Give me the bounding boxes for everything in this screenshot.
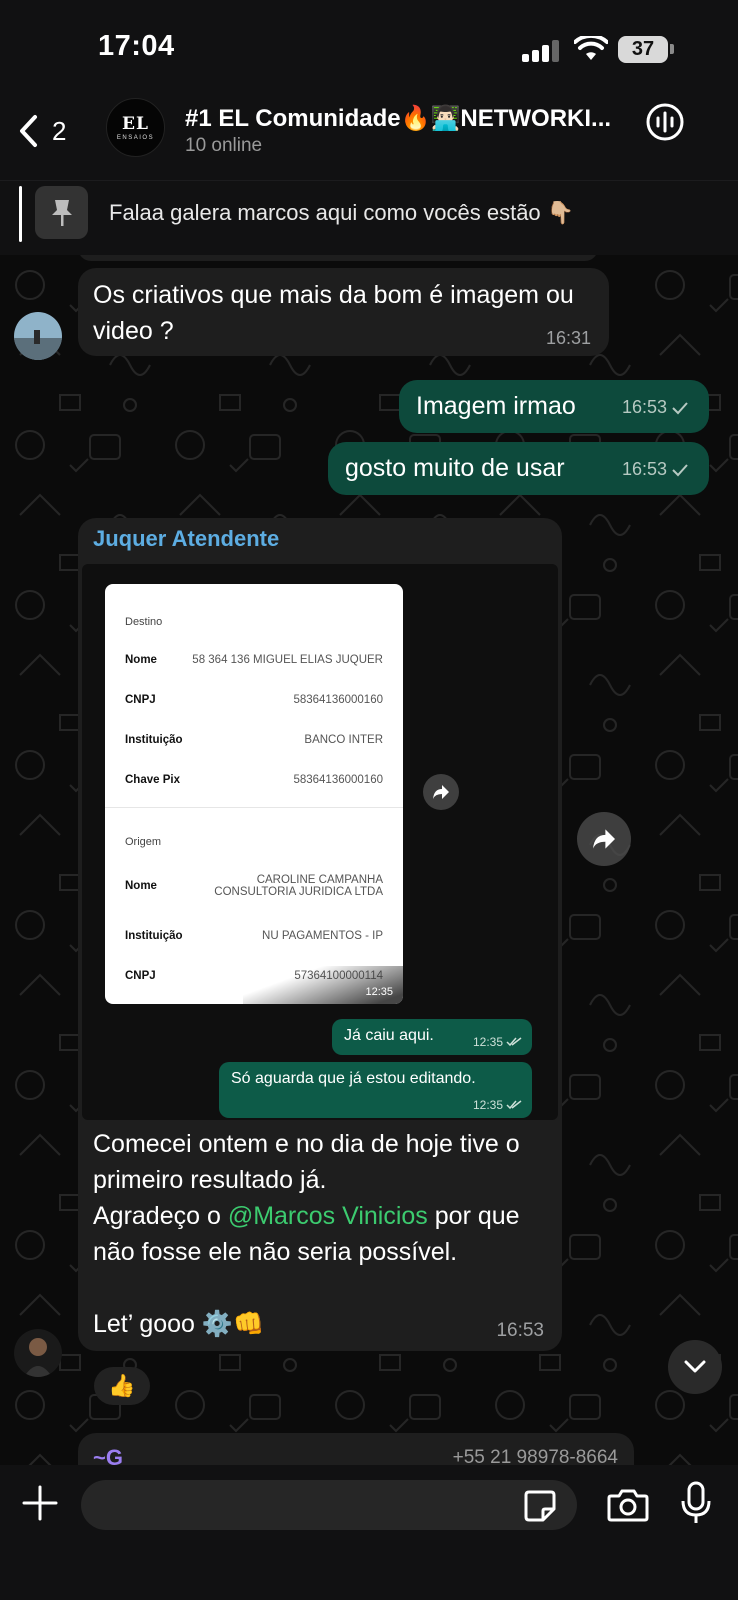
forward-button[interactable] — [423, 774, 459, 810]
inner-message: Só aguarda que já estou editando. 12:35 — [219, 1062, 532, 1118]
group-avatar[interactable]: EL ENSAIOS — [106, 98, 165, 157]
chevron-down-icon — [684, 1360, 706, 1373]
forward-icon — [433, 785, 449, 799]
camera-icon[interactable] — [607, 1487, 649, 1523]
receipt-key: Nome — [125, 654, 157, 666]
receipt-key: Chave Pix — [125, 774, 180, 786]
inner-message-time: 12:35 — [473, 1098, 522, 1112]
sender-name[interactable]: Juquer Atendente — [93, 526, 279, 552]
mention-link[interactable]: @Marcos Vinicios — [228, 1202, 428, 1230]
receipt-value: NU PAGAMENTOS - IP — [262, 930, 383, 942]
receipt-value: 58364136000160 — [293, 774, 383, 786]
receipt-row: Instituição BANCO INTER — [125, 734, 383, 746]
message-time: 16:53 — [622, 459, 689, 480]
previous-message-edge — [78, 255, 598, 261]
time-text: 16:53 — [621, 459, 667, 479]
outgoing-message[interactable]: Imagem irmao 16:53 — [399, 380, 709, 433]
double-check-icon — [506, 1037, 522, 1047]
message-text: Os criativos que mais da bom é imagem ou… — [93, 281, 574, 345]
receipt-value: CAROLINE CAMPANHA CONSULTORIA JURIDICA L… — [214, 874, 383, 898]
pix-receipt: Destino Nome 58 364 136 MIGUEL ELIAS JUQU… — [105, 584, 403, 1004]
group-title[interactable]: #1 EL Comunidade🔥👨🏻‍💻NETWORKI... — [185, 104, 611, 133]
pinned-text: Falaa galera marcos aqui como vocês estã… — [109, 200, 575, 225]
chat-area[interactable]: Os criativos que mais da bom é imagem ou… — [0, 255, 738, 1465]
caption-pre: Agradeço o — [93, 1202, 228, 1230]
outgoing-message[interactable]: gosto muito de usar 16:53 — [328, 442, 709, 495]
receipt-row: Nome CAROLINE CAMPANHA CONSULTORIA JURIDI… — [125, 874, 383, 898]
message-text: Imagem irmao — [416, 392, 576, 420]
avatar[interactable] — [14, 1329, 62, 1377]
incoming-message[interactable]: Os criativos que mais da bom é imagem ou… — [78, 268, 609, 356]
online-count: 10 online — [185, 135, 263, 156]
status-time: 17:04 — [98, 30, 175, 62]
receipt-value: 58364136000160 — [293, 694, 383, 706]
receipt-value: 58 364 136 MIGUEL ELIAS JUQUER — [192, 654, 383, 666]
message-text: gosto muito de usar — [345, 454, 565, 482]
status-bar: 17:04 37 — [0, 0, 738, 95]
caption-line: Comecei ontem e no dia de hoje tive o pr… — [93, 1130, 520, 1194]
inner-message-text: Já caiu aqui. — [344, 1027, 434, 1044]
message-input[interactable] — [81, 1480, 577, 1530]
check-icon — [672, 401, 688, 414]
unread-count: 2 — [52, 115, 67, 146]
receipt-key: CNPJ — [125, 970, 156, 982]
receipt-divider — [105, 807, 403, 808]
receipt-key: Instituição — [125, 930, 183, 942]
chat-header: 2 EL ENSAIOS #1 EL Comunidade🔥👨🏻‍💻NETWOR… — [0, 95, 738, 180]
message-time: 16:53 — [622, 397, 689, 418]
receipt-shadow — [243, 966, 403, 1004]
battery-cap — [670, 44, 674, 54]
receipt-value: BANCO INTER — [304, 734, 383, 746]
receipt-key: Nome — [125, 880, 157, 892]
receipt-row: Nome 58 364 136 MIGUEL ELIAS JUQUER — [125, 654, 383, 666]
wifi-icon — [574, 36, 608, 60]
receipt-time: 12:35 — [365, 986, 393, 998]
media-message[interactable]: Juquer Atendente Destino Nome 58 364 136 … — [78, 518, 562, 1351]
receipt-row: Chave Pix 58364136000160 — [125, 774, 383, 786]
receipt-origem-label: Origem — [125, 836, 162, 848]
caption-text: Comecei ontem e no dia de hoje tive o pr… — [93, 1126, 553, 1342]
pinned-message-bar[interactable]: Falaa galera marcos aqui como vocês estã… — [0, 180, 738, 255]
receipt-destino-label: Destino — [125, 616, 163, 628]
voice-chat-icon[interactable] — [645, 102, 685, 142]
check-icon — [672, 463, 688, 476]
inner-message-text: Só aguarda que já estou editando. — [231, 1070, 476, 1087]
chevron-left-icon — [20, 115, 37, 147]
receipt-row: CNPJ 58364136000160 — [125, 694, 383, 706]
inner-message-time: 12:35 — [473, 1035, 522, 1049]
battery-indicator: 37 — [618, 36, 668, 63]
attach-button[interactable] — [22, 1485, 58, 1521]
signal-icon — [522, 40, 560, 62]
forward-icon — [593, 829, 615, 849]
screenshot-image[interactable]: Destino Nome 58 364 136 MIGUEL ELIAS JUQU… — [82, 564, 558, 1120]
reaction-badge[interactable]: 👍 — [94, 1367, 150, 1405]
caption-end: Let’ gooo ⚙️👊 — [93, 1310, 265, 1338]
back-button[interactable]: 2 — [18, 111, 88, 151]
pin-icon — [35, 186, 88, 239]
group-logo-subtext: ENSAIOS — [116, 135, 155, 141]
time-text: 12:35 — [472, 1098, 503, 1112]
pin-indicator — [19, 186, 22, 242]
time-text: 12:35 — [472, 1035, 503, 1049]
message-time: 16:53 — [496, 1320, 544, 1341]
input-bar — [0, 1465, 738, 1600]
time-text: 16:53 — [621, 397, 667, 417]
receipt-key: CNPJ — [125, 694, 156, 706]
sender-name[interactable]: ~G — [93, 1445, 123, 1465]
sticker-icon[interactable] — [523, 1489, 557, 1523]
sender-phone: +55 21 98978-8664 — [452, 1447, 618, 1465]
double-check-icon — [506, 1100, 522, 1110]
receipt-row: Instituição NU PAGAMENTOS - IP — [125, 930, 383, 942]
avatar[interactable] — [14, 312, 62, 360]
scroll-down-button[interactable] — [668, 1340, 722, 1394]
message-time: 16:31 — [545, 328, 591, 348]
next-message[interactable]: ~G +55 21 98978-8664 — [78, 1433, 634, 1465]
receipt-key: Instituição — [125, 734, 183, 746]
inner-message: Já caiu aqui. 12:35 — [332, 1019, 532, 1055]
group-logo-text: EL — [122, 114, 149, 134]
forward-button[interactable] — [577, 812, 631, 866]
microphone-icon[interactable] — [680, 1481, 712, 1525]
